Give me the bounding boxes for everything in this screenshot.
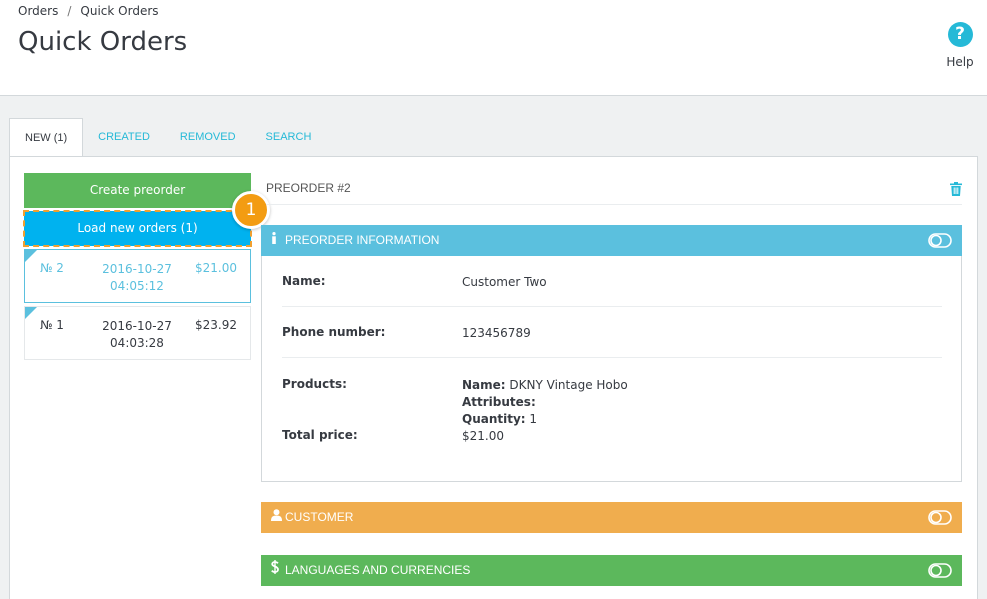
breadcrumb-orders[interactable]: Orders (18, 4, 58, 18)
preorder-information-header[interactable]: PREORDER INFORMATION (261, 225, 962, 256)
languages-currencies-title: LANGUAGES AND CURRENCIES (285, 563, 471, 577)
toggle-icon[interactable] (928, 563, 952, 578)
order-time: 04:03:28 (110, 336, 164, 350)
corner-marker-icon (25, 307, 37, 319)
order-date: 2016-10-27 (102, 262, 172, 276)
divider (282, 306, 942, 307)
attributes-label: Attributes: (462, 395, 536, 409)
order-datetime: 2016-10-27 04:05:12 (95, 261, 179, 295)
divider (282, 357, 942, 358)
tab-new[interactable]: NEW (1) (9, 118, 84, 157)
corner-marker-icon (25, 250, 37, 262)
product-name-value: DKNY Vintage Hobo (509, 378, 628, 392)
customer-section-header[interactable]: CUSTOMER (261, 502, 962, 533)
tab-bar: NEW (1) CREATED REMOVED SEARCH (9, 118, 327, 157)
info-icon (271, 225, 283, 256)
user-icon (271, 502, 283, 533)
breadcrumb: Orders / Quick Orders (18, 4, 159, 18)
create-preorder-button[interactable]: Create preorder (24, 173, 251, 208)
phone-value: 123456789 (462, 326, 531, 340)
order-time: 04:05:12 (110, 279, 164, 293)
preorder-information-title: PREORDER INFORMATION (285, 233, 440, 247)
breadcrumb-separator: / (67, 4, 72, 18)
languages-currencies-section-header[interactable]: LANGUAGES AND CURRENCIES (261, 555, 962, 586)
order-price: $21.00 (195, 261, 237, 275)
order-datetime: 2016-10-27 04:03:28 (95, 318, 179, 352)
order-item[interactable]: № 2 2016-10-27 04:05:12 $21.00 (24, 249, 251, 303)
trash-icon[interactable] (950, 182, 962, 196)
help-label[interactable]: Help (943, 55, 977, 69)
preorder-information-body: Name: Customer Two Phone number: 1234567… (261, 256, 962, 482)
quantity-label: Quantity: (462, 412, 526, 426)
total-price-label: Total price: (282, 428, 358, 442)
order-date: 2016-10-27 (102, 319, 172, 333)
phone-label: Phone number: (282, 325, 386, 339)
order-number: № 1 (40, 318, 64, 332)
total-price-value: $21.00 (462, 429, 504, 443)
order-number: № 2 (40, 261, 64, 275)
preorder-title: PREORDER #2 (266, 181, 351, 195)
order-list: № 2 2016-10-27 04:05:12 $21.00 № 1 2016-1… (24, 249, 251, 363)
tab-search[interactable]: SEARCH (251, 118, 327, 156)
tab-created[interactable]: CREATED (83, 118, 165, 156)
product-name-label: Name: (462, 378, 506, 392)
preorder-header: PREORDER #2 (266, 173, 962, 205)
step-badge: 1 (232, 191, 270, 229)
dollar-icon (271, 555, 283, 586)
page-title: Quick Orders (18, 27, 188, 57)
customer-title: CUSTOMER (285, 510, 354, 524)
products-value: Name: DKNY Vintage Hobo Attributes: Quan… (462, 377, 628, 428)
quantity-value: 1 (529, 412, 538, 426)
load-new-orders-button[interactable]: Load new orders (1) (23, 210, 252, 247)
products-label: Products: (282, 377, 347, 391)
tab-removed[interactable]: REMOVED (165, 118, 251, 156)
order-item[interactable]: № 1 2016-10-27 04:03:28 $23.92 (24, 306, 251, 360)
name-value: Customer Two (462, 275, 547, 289)
breadcrumb-current: Quick Orders (80, 4, 159, 18)
toggle-icon[interactable] (928, 510, 952, 525)
toggle-icon[interactable] (928, 233, 952, 248)
page-header: Orders / Quick Orders Quick Orders ? Help (0, 0, 987, 96)
help-button[interactable]: ? Help (943, 22, 977, 69)
name-label: Name: (282, 274, 326, 288)
order-price: $23.92 (195, 318, 237, 332)
help-icon[interactable]: ? (947, 22, 973, 47)
